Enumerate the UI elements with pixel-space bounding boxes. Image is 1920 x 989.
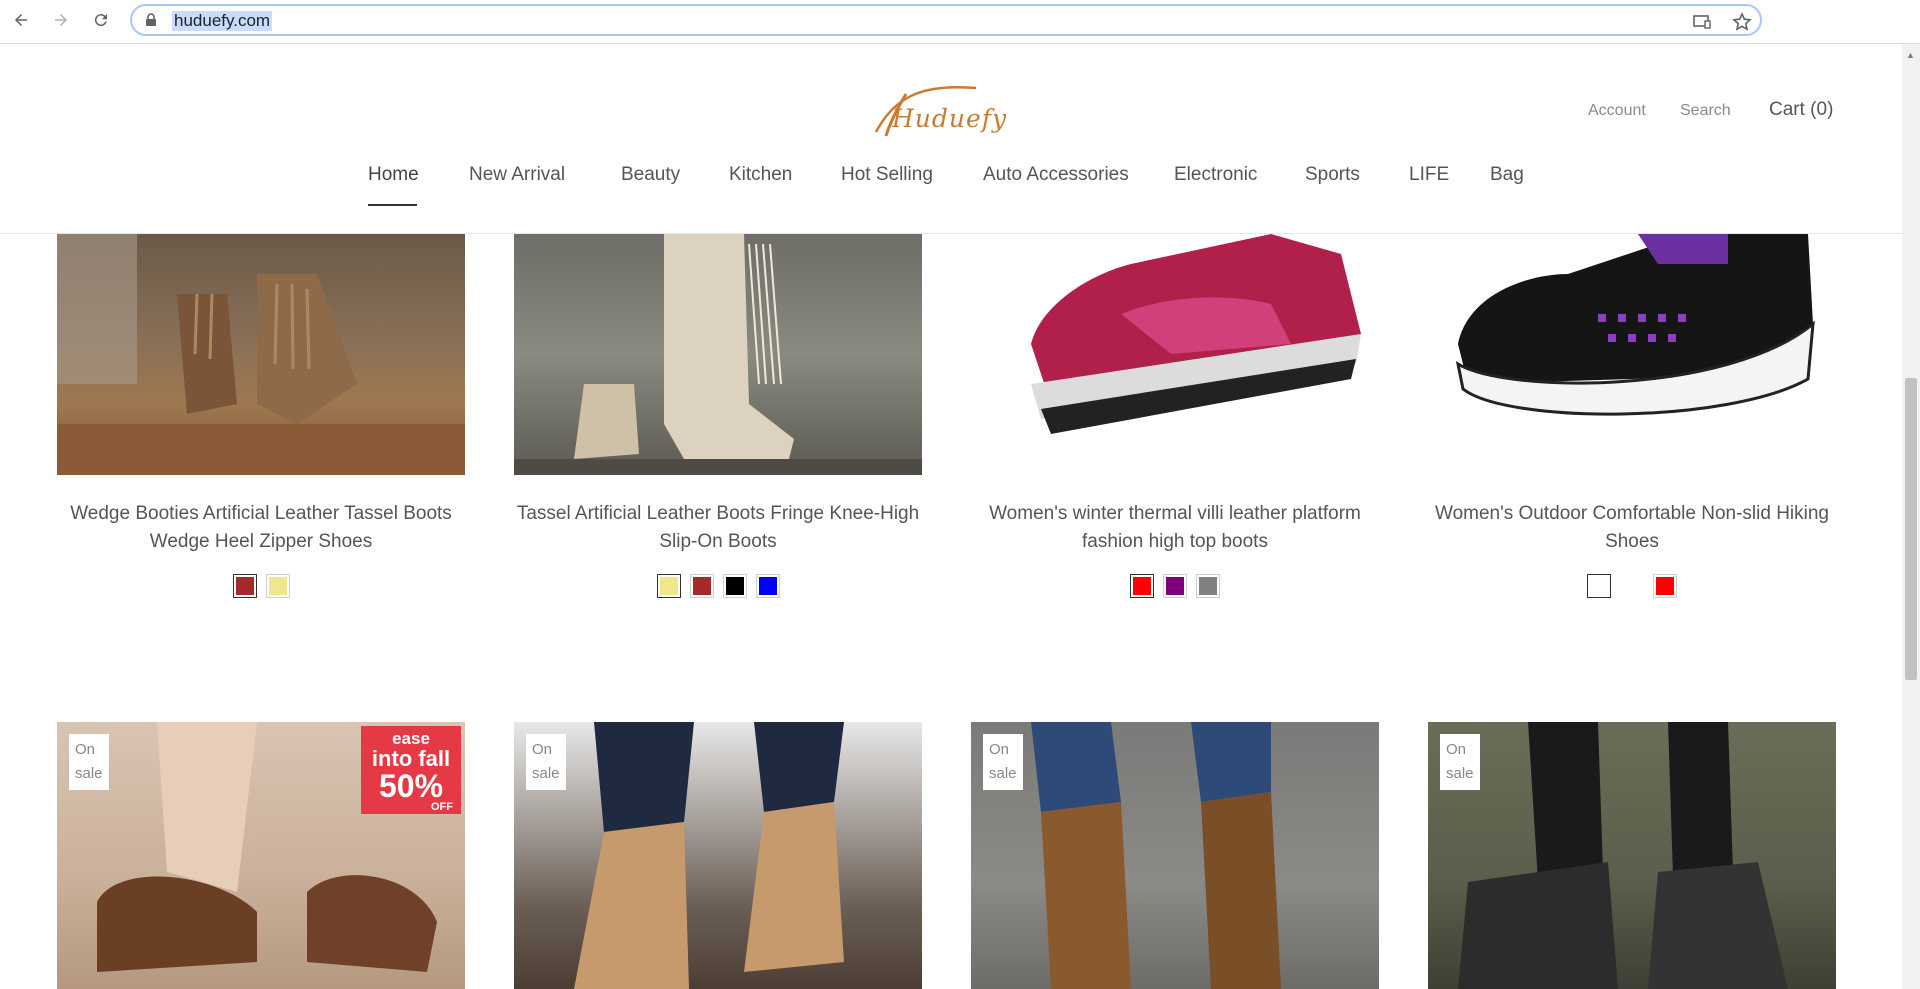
product-image[interactable] — [971, 234, 1379, 475]
nav-active-indicator — [368, 204, 417, 206]
product-card[interactable]: On sale — [971, 722, 1379, 989]
nav-new-arrival[interactable]: New Arrival — [469, 164, 565, 186]
color-swatches — [57, 574, 465, 598]
color-swatches — [971, 574, 1379, 598]
color-swatch[interactable] — [1130, 574, 1154, 598]
promo-badge: ease into fall 50% OFF — [361, 726, 461, 814]
sale-badge: On sale — [983, 734, 1023, 790]
color-swatch[interactable] — [656, 574, 681, 598]
fringe-boot-illustration-icon — [514, 234, 922, 475]
site-logo[interactable]: Huduefy — [866, 74, 1016, 144]
color-swatch[interactable] — [1196, 574, 1220, 598]
product-card[interactable]: Women's Outdoor Comfortable Non-slid Hik… — [1428, 234, 1836, 614]
nav-kitchen[interactable]: Kitchen — [729, 164, 792, 186]
scrollbar-thumb[interactable] — [1905, 378, 1917, 680]
product-image[interactable] — [57, 234, 465, 475]
product-title[interactable]: Wedge Booties Artificial Leather Tassel … — [51, 500, 471, 556]
color-swatches — [1428, 574, 1836, 598]
nav-bag[interactable]: Bag — [1490, 164, 1524, 186]
promo-discount: 50% — [378, 768, 444, 804]
forward-icon[interactable] — [49, 8, 73, 32]
back-icon[interactable] — [9, 8, 33, 32]
product-card[interactable]: Tassel Artificial Leather Boots Fringe K… — [514, 234, 922, 614]
browser-toolbar: huduefy.com — [0, 0, 1920, 44]
jeans-sandal-illustration-icon — [574, 722, 844, 989]
boot-illustration-icon — [57, 234, 465, 475]
site-header: Huduefy Account Search Cart (0) Home New… — [0, 44, 1902, 234]
product-card[interactable]: On sale — [514, 722, 922, 989]
sale-badge: On sale — [69, 734, 109, 790]
color-swatch[interactable] — [1163, 574, 1187, 598]
sale-badge: On sale — [526, 734, 566, 790]
page-scrollbar[interactable]: ▲ — [1902, 44, 1920, 989]
cart-link[interactable]: Cart (0) — [1769, 99, 1833, 121]
product-card[interactable]: On sale — [1428, 722, 1836, 989]
scroll-up-arrow-icon[interactable]: ▲ — [1906, 50, 1915, 60]
product-title[interactable]: Women's winter thermal villi leather pla… — [965, 500, 1385, 556]
color-swatch[interactable] — [689, 574, 714, 598]
ankle-boot-illustration-icon — [1458, 722, 1788, 989]
product-image[interactable]: On sale — [514, 722, 922, 989]
account-link[interactable]: Account — [1588, 102, 1646, 120]
nav-auto-accessories[interactable]: Auto Accessories — [983, 164, 1129, 186]
nav-sports[interactable]: Sports — [1305, 164, 1360, 186]
product-image[interactable] — [1428, 234, 1836, 475]
product-title[interactable]: Tassel Artificial Leather Boots Fringe K… — [508, 500, 928, 556]
address-bar[interactable]: huduefy.com — [130, 4, 1762, 36]
product-card[interactable]: On sale ease into fall 50% OFF — [57, 722, 465, 989]
tall-boot-illustration-icon — [1031, 722, 1281, 989]
product-image[interactable]: On sale — [1428, 722, 1836, 989]
color-swatch[interactable] — [722, 574, 747, 598]
search-link[interactable]: Search — [1680, 102, 1731, 120]
cast-icon[interactable] — [1692, 12, 1712, 32]
reload-icon[interactable] — [89, 8, 113, 32]
color-swatch[interactable] — [755, 574, 780, 598]
nav-hot-selling[interactable]: Hot Selling — [841, 164, 933, 186]
promo-text: into fall — [371, 746, 451, 771]
color-swatch[interactable] — [232, 574, 257, 598]
nav-life[interactable]: LIFE — [1409, 164, 1449, 186]
nav-electronic[interactable]: Electronic — [1174, 164, 1257, 186]
product-title[interactable]: Women's Outdoor Comfortable Non-slid Hik… — [1422, 500, 1842, 556]
product-card[interactable]: Wedge Booties Artificial Leather Tassel … — [57, 234, 465, 614]
product-card[interactable]: Women's winter thermal villi leather pla… — [971, 234, 1379, 614]
sale-badge: On sale — [1440, 734, 1480, 790]
product-image[interactable]: On sale ease into fall 50% OFF — [57, 722, 465, 989]
product-image[interactable]: On sale — [971, 722, 1379, 989]
logo-text: Huduefy — [892, 104, 1008, 133]
nav-beauty[interactable]: Beauty — [621, 164, 680, 186]
red-sneaker-illustration-icon — [1031, 234, 1361, 434]
color-swatch[interactable] — [1620, 574, 1644, 598]
product-image[interactable] — [514, 234, 922, 475]
bookmark-star-icon[interactable] — [1732, 12, 1752, 32]
lock-icon — [146, 13, 156, 26]
url-text[interactable]: huduefy.com — [172, 11, 273, 31]
main-navigation: Home New Arrival Beauty Kitchen Hot Sell… — [0, 164, 1902, 214]
color-swatch[interactable] — [265, 574, 290, 598]
color-swatch[interactable] — [1587, 574, 1611, 598]
nav-home[interactable]: Home — [368, 164, 419, 186]
promo-text: ease — [392, 729, 430, 748]
color-swatches — [514, 574, 922, 598]
black-sneaker-illustration-icon — [1455, 234, 1815, 416]
color-swatch[interactable] — [1653, 574, 1677, 598]
